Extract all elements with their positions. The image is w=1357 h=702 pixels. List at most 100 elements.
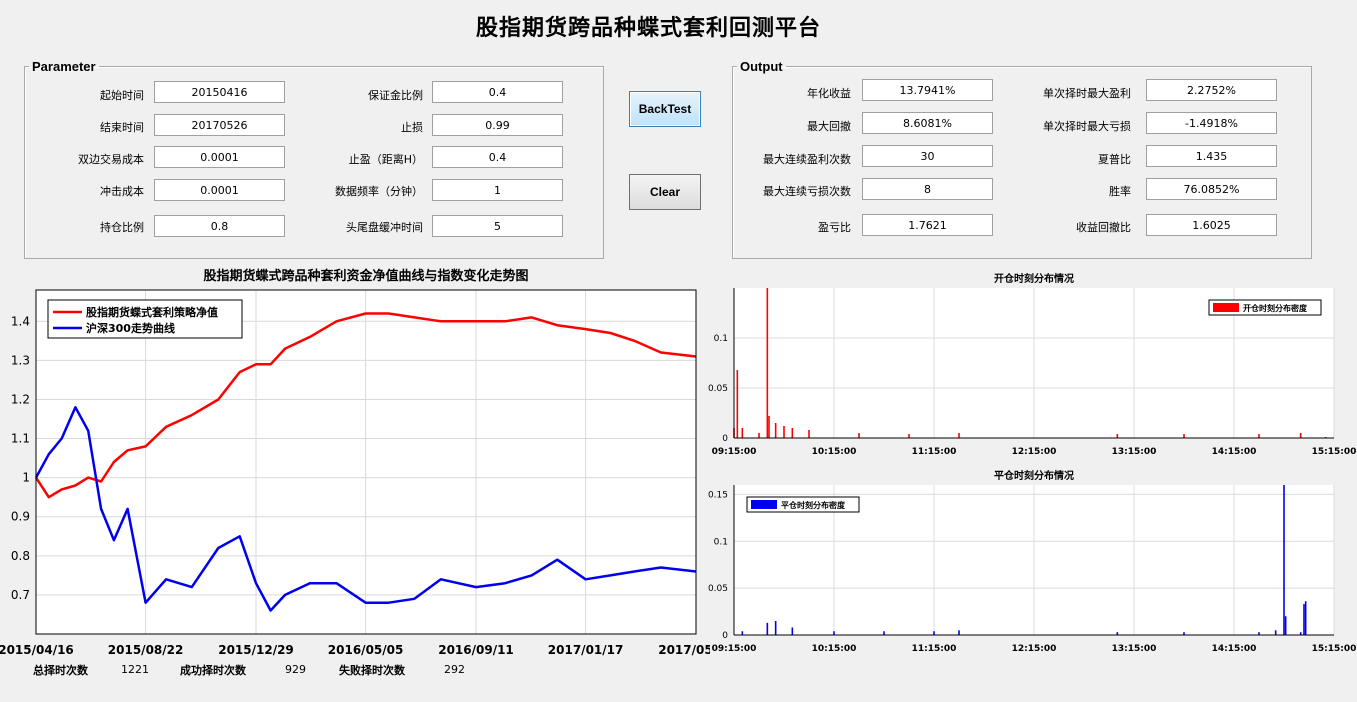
param-label-start-date: 起始时间 xyxy=(100,89,144,102)
dist-x-tick-label: 15:15:00 xyxy=(1312,644,1357,654)
y-tick-label: 1.2 xyxy=(11,392,30,406)
dist-x-tick-label: 14:15:00 xyxy=(1212,644,1257,654)
output-label-profit-loss-ratio: 盈亏比 xyxy=(818,221,851,234)
dist-y-tick-label: 0.05 xyxy=(708,584,728,594)
y-tick-label: 1.1 xyxy=(11,432,30,446)
chart-legend: 股指期货蝶式套利策略净值沪深300走势曲线 xyxy=(47,299,243,339)
dist-chart-title: 开仓时刻分布情况 xyxy=(994,272,1074,285)
param-label-position-ratio: 持仓比例 xyxy=(100,221,144,234)
param-label-take-profit: 止盈（距离H） xyxy=(348,153,423,166)
total-timing-value: 1221 xyxy=(121,663,149,676)
data-frequency-field[interactable]: 1 xyxy=(432,179,563,201)
dist-chart-title: 平仓时刻分布情况 xyxy=(994,469,1074,482)
open-distribution-chart: 开仓时刻分布情况 09:15:00 10:15:00 11:15:00 12:15:00… xyxy=(708,272,1357,457)
dist-y-tick-label: 0.1 xyxy=(714,537,728,547)
output-label-max-single-gain: 单次择时最大盈利 xyxy=(1043,87,1131,100)
dist-legend-swatch xyxy=(1213,303,1239,312)
impact-cost-field[interactable]: 0.0001 xyxy=(154,179,285,201)
dist-x-tick-label: 15:15:00 xyxy=(1312,447,1357,457)
dist-x-tick-label: 11:15:00 xyxy=(912,447,957,457)
x-tick-label: 2016/05/05 xyxy=(328,643,404,657)
dist-legend-swatch xyxy=(751,500,777,509)
param-label-margin-ratio: 保证金比例 xyxy=(368,89,423,102)
output-label-annual-return: 年化收益 xyxy=(807,87,851,100)
success-timing-value: 929 xyxy=(285,663,306,676)
dist-y-tick-label: 0.1 xyxy=(714,334,728,344)
app-title: 股指期货跨品种蝶式套利回测平台 xyxy=(475,16,821,41)
stop-loss-field[interactable]: 0.99 xyxy=(432,114,563,136)
trade-cost-field[interactable]: 0.0001 xyxy=(154,146,285,168)
dist-x-tick-label: 11:15:00 xyxy=(912,644,957,654)
buffer-time-field[interactable]: 5 xyxy=(432,215,563,237)
end-date-field[interactable]: 20170526 xyxy=(154,114,285,136)
dist-legend: 开仓时刻分布密度 xyxy=(1208,299,1322,316)
dist-x-tick-label: 13:15:00 xyxy=(1112,644,1157,654)
y-tick-label: 1.4 xyxy=(11,314,30,328)
y-tick-label: 0.8 xyxy=(11,549,30,563)
param-label-data-frequency: 数据频率（分钟） xyxy=(335,185,423,198)
max-loss-streak-field: 8 xyxy=(862,178,993,200)
close-distribution-chart: 平仓时刻分布情况 09:15:00 10:15:00 11:15:00 12:15:00… xyxy=(708,469,1357,654)
output-label-win-rate: 胜率 xyxy=(1109,185,1131,198)
dist-x-tick-label: 12:15:00 xyxy=(1012,447,1057,457)
success-timing-label: 成功择时次数 xyxy=(180,664,246,677)
dist-legend-label: 平仓时刻分布密度 xyxy=(781,500,846,510)
output-label-return-drawdown: 收益回撤比 xyxy=(1076,221,1131,234)
legend-label-1: 沪深300走势曲线 xyxy=(86,321,175,335)
dist-x-tick-label: 10:15:00 xyxy=(812,644,857,654)
y-tick-label: 0.9 xyxy=(11,510,30,524)
dist-x-tick-label: 09:15:00 xyxy=(712,644,757,654)
clear-button[interactable]: Clear xyxy=(629,174,701,210)
param-label-impact-cost: 冲击成本 xyxy=(100,185,144,198)
max-win-streak-field: 30 xyxy=(862,145,993,167)
dist-x-tick-label: 10:15:00 xyxy=(812,447,857,457)
x-tick-label: 2016/09/11 xyxy=(438,643,514,657)
param-label-end-date: 结束时间 xyxy=(100,121,144,134)
y-tick-label: 0.7 xyxy=(11,588,30,602)
legend-label-0: 股指期货蝶式套利策略净值 xyxy=(86,305,218,319)
total-timing-label: 总择时次数 xyxy=(33,664,88,677)
x-tick-label: 2015/04/16 xyxy=(0,643,74,657)
output-legend: Output xyxy=(740,59,783,74)
dist-x-tick-label: 13:15:00 xyxy=(1112,447,1157,457)
parameter-legend: Parameter xyxy=(32,59,96,74)
annual-return-field: 13.7941% xyxy=(862,79,993,101)
fail-timing-label: 失败择时次数 xyxy=(339,664,405,677)
param-label-buffer-time: 头尾盘缓冲时间 xyxy=(346,221,423,234)
y-tick-label: 1 xyxy=(22,471,30,485)
chart-title: 股指期货蝶式跨品种套利资金净值曲线与指数变化走势图 xyxy=(203,268,528,284)
param-label-stop-loss: 止损 xyxy=(401,121,423,134)
param-label-trade-cost: 双边交易成本 xyxy=(78,153,144,166)
return-drawdown-field: 1.6025 xyxy=(1146,214,1277,236)
dist-y-tick-label: 0.15 xyxy=(708,490,728,500)
fail-timing-value: 292 xyxy=(444,663,465,676)
equity-chart: 股指期货蝶式跨品种套利资金净值曲线与指数变化走势图 2015/04/16 2015/… xyxy=(0,268,710,657)
output-label-max-win-streak: 最大连续盈利次数 xyxy=(763,153,851,166)
max-drawdown-field: 8.6081% xyxy=(862,112,993,134)
dist-x-tick-label: 12:15:00 xyxy=(1012,644,1057,654)
max-single-loss-field: -1.4918% xyxy=(1146,112,1277,134)
dist-legend: 平仓时刻分布密度 xyxy=(746,496,860,513)
y-tick-label: 1.3 xyxy=(11,353,30,367)
win-rate-field: 76.0852% xyxy=(1146,178,1277,200)
backtest-button[interactable]: BackTest xyxy=(629,91,701,127)
position-ratio-field[interactable]: 0.8 xyxy=(154,215,285,237)
output-label-max-loss-streak: 最大连续亏损次数 xyxy=(763,185,851,198)
dist-y-tick-label: 0 xyxy=(722,631,728,641)
profit-loss-ratio-field: 1.7621 xyxy=(862,214,993,236)
sharpe-field: 1.435 xyxy=(1146,145,1277,167)
output-label-sharpe: 夏普比 xyxy=(1098,153,1131,166)
output-label-max-drawdown: 最大回撤 xyxy=(807,120,851,133)
dist-x-tick-label: 14:15:00 xyxy=(1212,447,1257,457)
take-profit-field[interactable]: 0.4 xyxy=(432,146,563,168)
dist-y-tick-label: 0.05 xyxy=(708,384,728,394)
x-tick-label: 2015/12/29 xyxy=(218,643,294,657)
dist-y-tick-label: 0 xyxy=(722,434,728,444)
dist-legend-label: 开仓时刻分布密度 xyxy=(1243,303,1308,313)
start-date-field[interactable]: 20150416 xyxy=(154,81,285,103)
margin-ratio-field[interactable]: 0.4 xyxy=(432,81,563,103)
output-label-max-single-loss: 单次择时最大亏损 xyxy=(1043,120,1131,133)
x-tick-label: 2017/01/17 xyxy=(548,643,624,657)
x-tick-label: 2015/08/22 xyxy=(108,643,184,657)
max-single-gain-field: 2.2752% xyxy=(1146,79,1277,101)
